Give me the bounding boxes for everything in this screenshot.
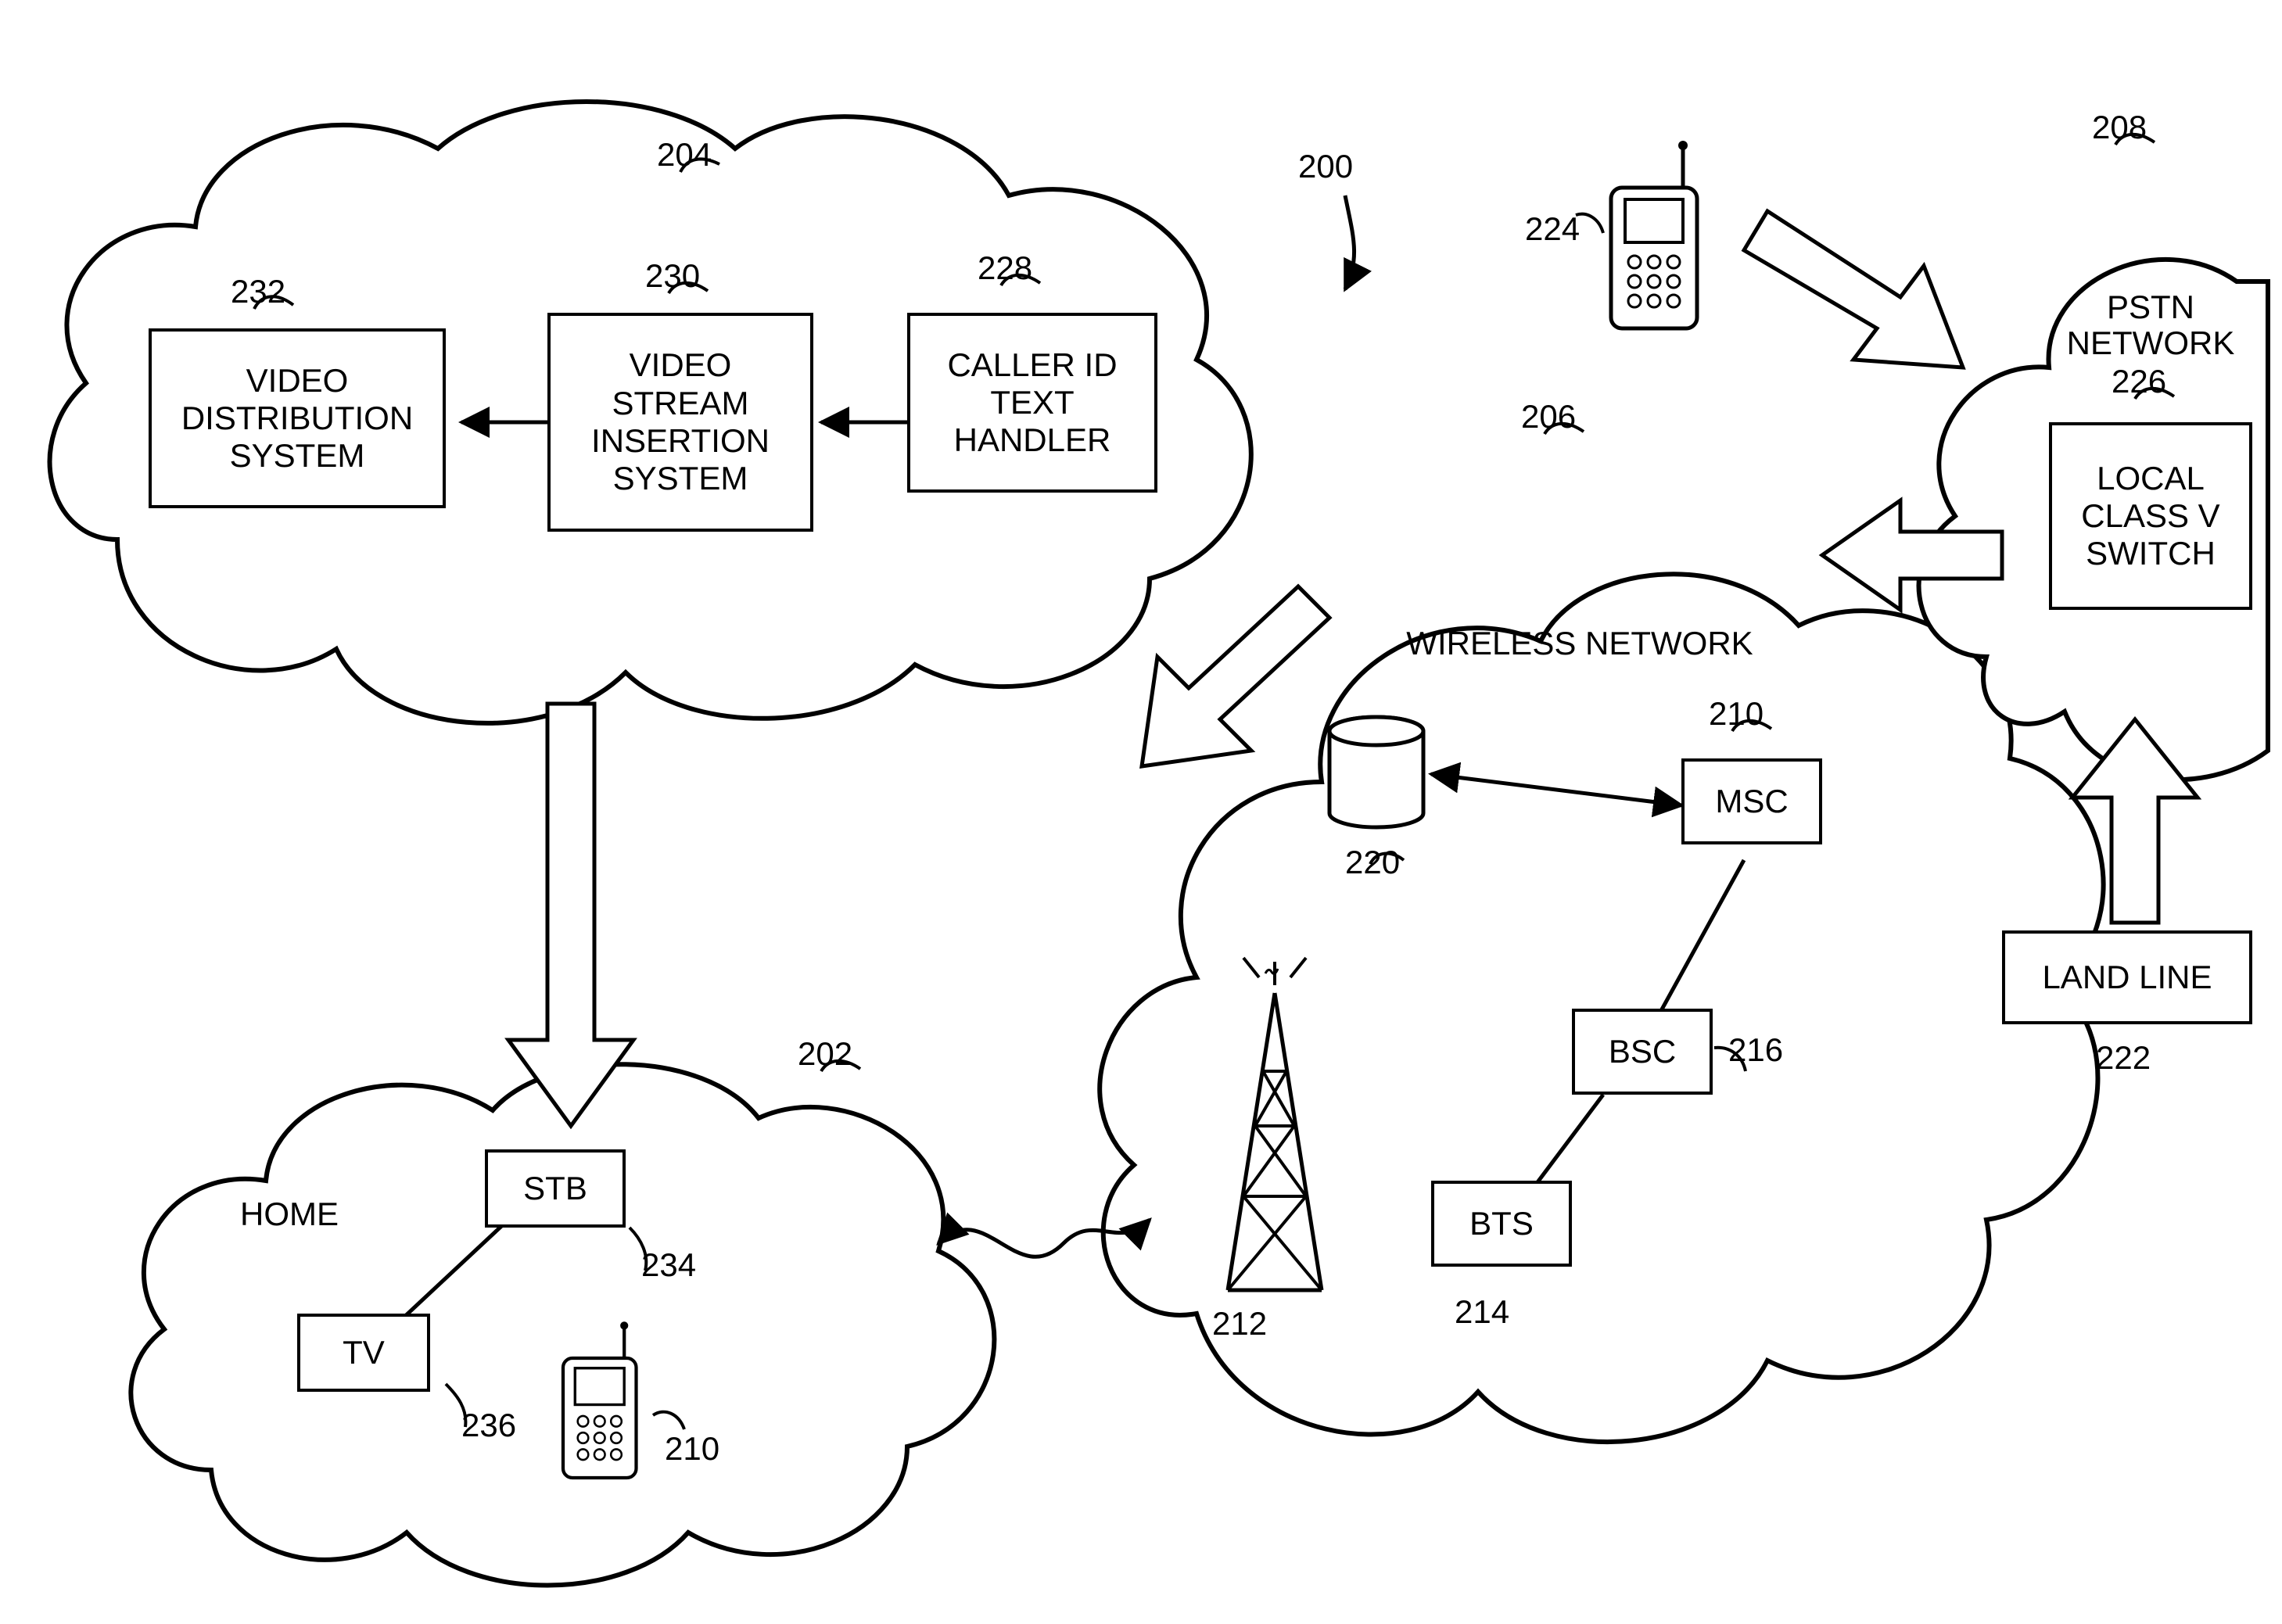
ref-230: 230 [645,258,700,294]
video-stream-insertion-box: VIDEOSTREAMINSERTIONSYSTEM [547,313,813,532]
block-arrow-landline-to-pstn [2072,719,2198,923]
block-arrow-phone-to-pstn [1744,211,1963,367]
bts-box: BTS [1431,1181,1572,1267]
ref-234: 234 [641,1247,696,1283]
line-stb-tv [391,1220,508,1329]
ref-206: 206 [1521,399,1576,435]
pointer-200 [1345,195,1354,289]
bts-label: BTS [1469,1205,1534,1242]
block-arrow-wireless-to-video [1142,586,1329,766]
line-bsc-bts [1533,1095,1603,1188]
ref-226: 226 [2112,364,2166,400]
caller-id-handler-label: CALLER IDTEXTHANDLER [947,346,1117,460]
land-line-label: LAND LINE [2042,959,2212,996]
bsc-box: BSC [1572,1009,1713,1095]
stb-box: STB [485,1149,626,1228]
pstn-title: PSTN NETWORK [2049,289,2252,361]
ref-210-phone: 210 [665,1431,719,1467]
block-arrow-pstn-to-wireless [1822,500,2002,610]
lead-224 [1576,214,1603,233]
line-msc-bsc [1658,860,1744,1016]
stb-label: STB [523,1170,587,1207]
caller-id-handler-box: CALLER IDTEXTHANDLER [907,313,1157,493]
home-title: HOME [211,1196,368,1232]
ref-200: 200 [1298,149,1353,185]
ref-220: 220 [1345,844,1400,880]
video-distribution-system-box: VIDEODISTRIBUTIONSYSTEM [149,328,446,508]
land-line-box: LAND LINE [2002,930,2252,1024]
video-distribution-label: VIDEODISTRIBUTIONSYSTEM [181,362,413,475]
ref-204: 204 [657,137,712,173]
tv-label: TV [343,1334,385,1371]
msc-label: MSC [1715,783,1788,820]
ref-216: 216 [1728,1032,1783,1068]
local-switch-box: LOCALCLASS VSWITCH [2049,422,2252,610]
ref-228: 228 [978,250,1032,286]
wireless-title: WIRELESS NETWORK [1392,626,1767,661]
radio-tower-icon [1228,958,1322,1290]
hlr-database-icon [1329,717,1423,827]
cellphone-home-icon [563,1321,637,1478]
arrow-hlr-msc [1431,774,1681,805]
cloud-home [131,1064,994,1585]
link-home-wireless [938,1220,1150,1257]
block-arrow-video-to-home [508,704,633,1126]
ref-210-msc: 210 [1709,696,1764,732]
ref-212: 212 [1212,1306,1267,1342]
local-switch-label: LOCALCLASS VSWITCH [2081,460,2219,573]
lead-210phone [653,1412,684,1429]
msc-box: MSC [1681,758,1822,844]
ref-202: 202 [798,1036,852,1072]
diagram-stage: VIDEODISTRIBUTIONSYSTEM VIDEOSTREAMINSER… [0,0,2282,1624]
ref-222: 222 [2096,1040,2151,1076]
ref-236: 236 [461,1407,516,1443]
ref-224: 224 [1525,211,1580,247]
bsc-label: BSC [1609,1033,1676,1070]
ref-232: 232 [231,274,285,310]
tv-box: TV [297,1314,430,1392]
cellphone-pstn-icon [1611,141,1697,328]
ref-208: 208 [2092,109,2147,145]
ref-214: 214 [1455,1294,1509,1330]
video-stream-insertion-label: VIDEOSTREAMINSERTIONSYSTEM [591,346,770,497]
